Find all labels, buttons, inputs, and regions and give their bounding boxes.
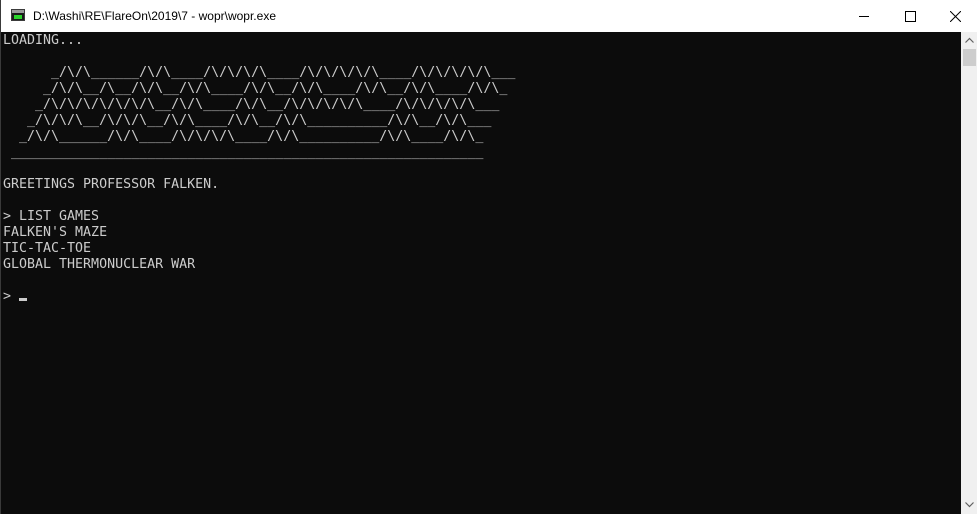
console-app-icon[interactable] xyxy=(11,9,25,21)
console-line: GREETINGS PROFESSOR FALKEN. xyxy=(3,177,220,192)
minimize-icon xyxy=(859,16,869,17)
console-line: _/\/\/\/\/\/\/\__/\/\____/\/\__/\/\/\/\/… xyxy=(3,97,500,112)
console-line: _/\/\______/\/\____/\/\/\/\____/\/\_____… xyxy=(3,129,484,144)
vertical-scrollbar[interactable] xyxy=(961,32,977,514)
minimize-button[interactable] xyxy=(841,0,887,32)
console-line: _/\/\/\__/\/\/\__/\/\____/\/\__/\/\_____… xyxy=(3,113,492,128)
text-cursor xyxy=(19,298,28,301)
console-line: _/\/\______/\/\____/\/\/\/\____/\/\/\/\/… xyxy=(3,65,516,80)
console-line: > xyxy=(3,289,515,305)
console-text: LOADING... _/\/\______/\/\____/\/\/\/\__… xyxy=(3,33,515,305)
chevron-down-icon xyxy=(965,502,974,508)
window-title: D:\Washi\RE\FlareOn\2019\7 - wopr\wopr.e… xyxy=(33,9,276,23)
scroll-thumb[interactable] xyxy=(963,49,976,66)
close-icon xyxy=(950,11,961,22)
console-output[interactable]: LOADING... _/\/\______/\/\____/\/\/\/\__… xyxy=(1,32,961,514)
chevron-up-icon xyxy=(965,37,974,43)
scroll-up-button[interactable] xyxy=(961,32,977,49)
console-line: > LIST GAMES xyxy=(3,209,100,224)
maximize-button[interactable] xyxy=(887,0,933,32)
console-line: _/\/\__/\__/\/\__/\/\____/\/\__/\/\____/… xyxy=(3,81,508,96)
maximize-icon xyxy=(905,11,916,22)
console-line: TIC-TAC-TOE xyxy=(3,241,92,256)
console-window: D:\Washi\RE\FlareOn\2019\7 - wopr\wopr.e… xyxy=(0,0,977,514)
scroll-down-button[interactable] xyxy=(961,497,977,514)
console-line: FALKEN'S MAZE xyxy=(3,225,108,240)
console-line: LOADING... xyxy=(3,33,84,48)
close-button[interactable] xyxy=(932,0,977,32)
title-bar[interactable]: D:\Washi\RE\FlareOn\2019\7 - wopr\wopr.e… xyxy=(1,0,977,32)
console-line: GLOBAL THERMONUCLEAR WAR xyxy=(3,257,196,272)
console-line: ________________________________________… xyxy=(3,145,484,160)
